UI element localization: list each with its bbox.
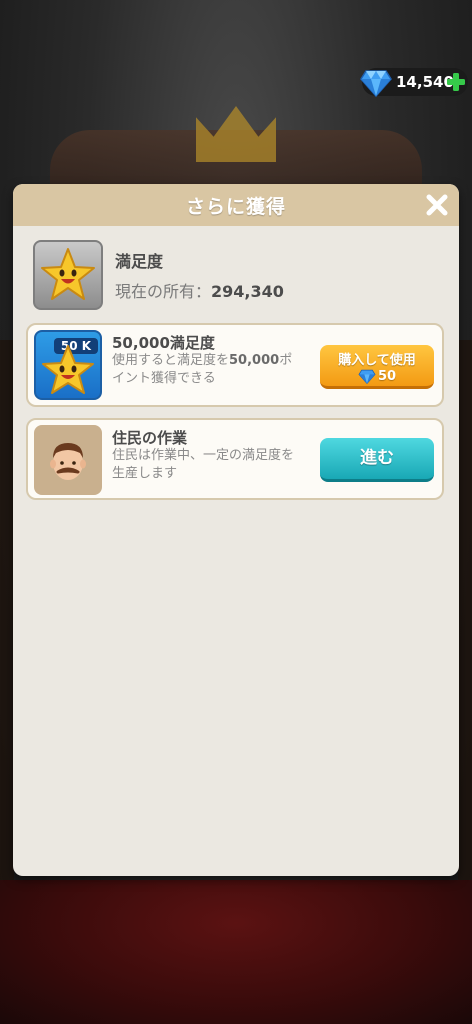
resident-avatar-icon <box>34 425 102 495</box>
item-description: 住民は作業中、一定の満足度を 生産します <box>112 447 322 483</box>
item-description: 使用すると満足度を50,000ポ イント獲得できる <box>112 352 322 388</box>
go-button[interactable]: 進む <box>320 438 434 482</box>
desc-text: 住民は作業中、一定の満足度を <box>112 448 295 463</box>
close-icon[interactable] <box>425 193 449 217</box>
star-face-icon <box>33 240 103 310</box>
owned-label: 現在の所有： <box>115 282 212 301</box>
item-title: 住民の作業 <box>112 429 188 447</box>
summary-title: 満足度 <box>115 252 164 271</box>
diamond-icon <box>358 369 376 384</box>
list-item-resident-work: 住民の作業 住民は作業中、一定の満足度を 生産します 進む <box>26 418 444 500</box>
desc-text: 使用すると満足度を <box>112 353 230 368</box>
dialog-header: さらに獲得 <box>13 184 459 226</box>
diamond-icon <box>360 70 392 97</box>
owned-amount: 現在の所有：294,340 <box>115 278 284 302</box>
desc-value: 50,000 <box>229 353 280 368</box>
buy-button-label: 購入して使用 <box>338 353 416 368</box>
background-pillar-left <box>0 340 14 880</box>
gem-currency[interactable]: 14,540 <box>360 68 468 97</box>
owned-value: 294,340 <box>211 282 284 301</box>
buy-and-use-button[interactable]: 購入して使用 50 <box>320 345 434 389</box>
buy-button-price: 50 <box>320 368 434 384</box>
list-item-buy-satisfaction: 50 K 50,000満足度 使用すると満足度を50,000ポ イント獲得できる… <box>26 323 444 407</box>
satisfaction-summary: 満足度 現在の所有：294,340 <box>33 240 443 312</box>
get-more-dialog: さらに獲得 満足度 現在の所有：294,340 50 K 50,000満足度 使… <box>13 184 459 876</box>
background-pillar-right <box>458 340 472 880</box>
background-crown <box>196 106 276 162</box>
item-title: 50,000満足度 <box>112 334 215 352</box>
desc-text: イント獲得できる <box>112 371 216 386</box>
dialog-title: さらに獲得 <box>185 195 286 218</box>
star-face-icon: 50 K <box>34 330 102 400</box>
desc-text: ポ <box>279 353 293 368</box>
background-carpet <box>0 880 472 1024</box>
desc-text: 生産します <box>112 466 178 481</box>
plus-icon[interactable] <box>446 72 466 92</box>
price-value: 50 <box>377 368 397 384</box>
